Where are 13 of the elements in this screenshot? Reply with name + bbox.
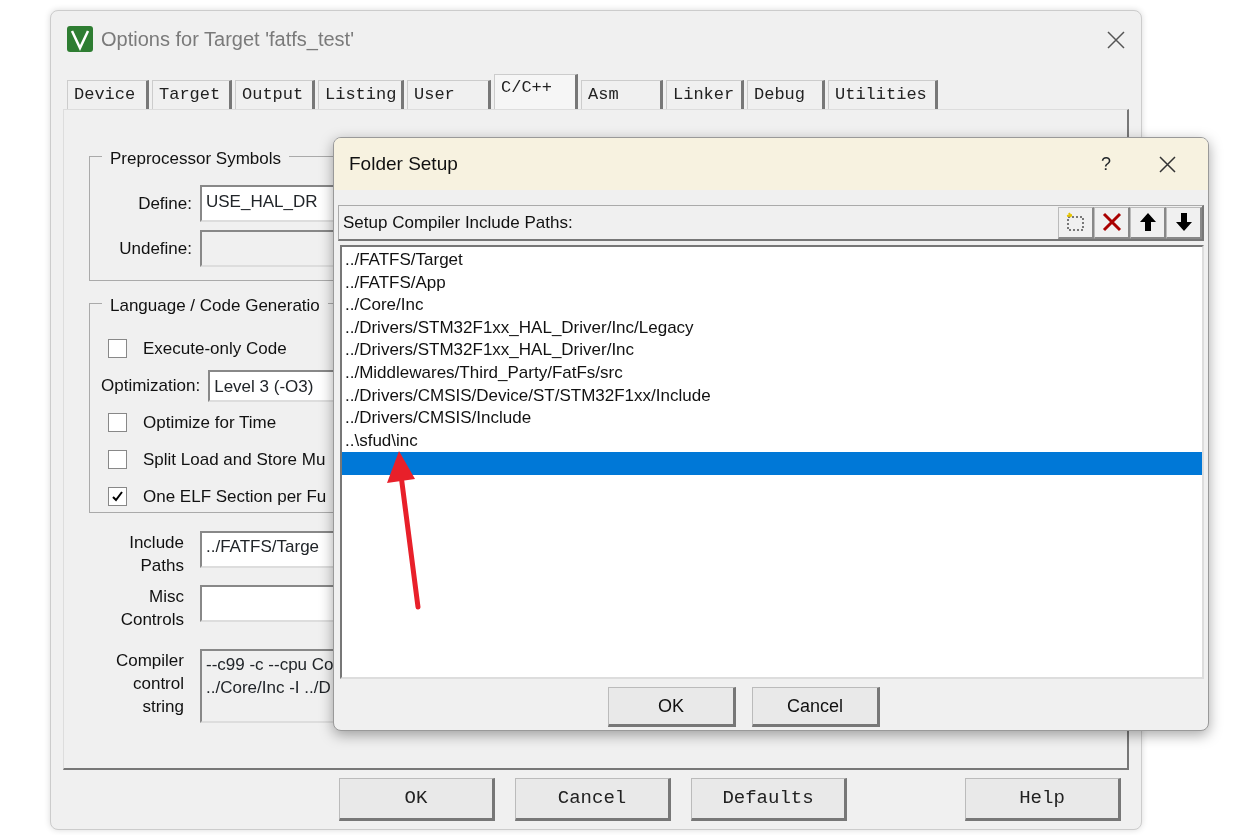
field-label: Misc Controls	[119, 586, 184, 631]
checkbox-label: Split Load and Store Mu	[143, 448, 326, 471]
list-header: Setup Compiler Include Paths:	[342, 211, 574, 234]
field-label: Optimization:	[101, 374, 201, 397]
field-label: Compiler control string	[114, 650, 184, 718]
field-label: Include Paths	[128, 532, 184, 577]
window-title: Options for Target 'fatfs_test'	[101, 26, 354, 53]
field-label: Define:	[137, 192, 192, 215]
checkbox-label: One ELF Section per Fu	[143, 485, 327, 508]
checkbox-label: Optimize for Time	[143, 411, 277, 434]
checkbox-label: Execute-only Code	[143, 337, 287, 360]
dialog-title: Folder Setup	[349, 151, 459, 176]
field-label: Undefine:	[118, 237, 192, 260]
